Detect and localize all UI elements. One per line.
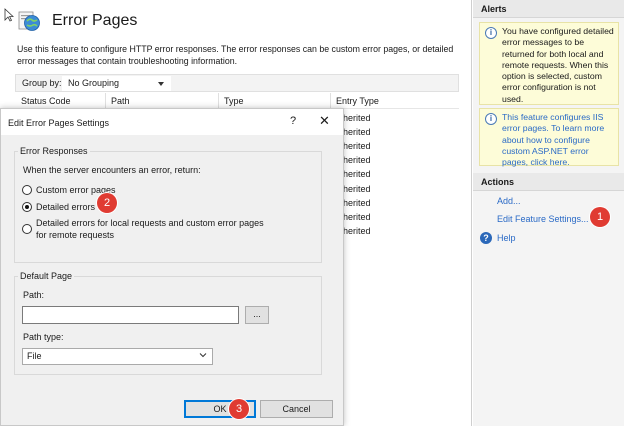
dialog-help-button[interactable]: ? [290, 115, 296, 127]
path-type-label: Path type: [23, 332, 64, 342]
group-by-label: Group by: [22, 78, 62, 88]
error-responses-prompt: When the server encounters an error, ret… [23, 165, 201, 175]
page-description: Use this feature to configure HTTP error… [17, 44, 454, 66]
grid-cell-entry-type[interactable]: herited [343, 226, 371, 236]
column-header-path[interactable]: Path [111, 96, 130, 106]
alert-learn-more: i This feature configures IIS error page… [479, 108, 619, 167]
grid-cell-entry-type[interactable]: herited [343, 127, 371, 137]
column-separator [218, 93, 219, 109]
learn-more-link[interactable]: This feature configures IIS error pages.… [502, 112, 604, 167]
alert-text: You have configured detailed error messa… [502, 26, 614, 104]
info-icon: i [485, 27, 497, 39]
column-header-type[interactable]: Type [224, 96, 244, 106]
default-page-legend: Default Page [18, 271, 75, 281]
dialog-titlebar: Edit Error Pages Settings ? ✕ [1, 109, 343, 135]
column-separator [105, 93, 106, 109]
group-by-toolbar: Group by: No Grouping [15, 74, 459, 92]
browse-path-button[interactable]: ... [245, 306, 269, 324]
radio-label-detailed-errors[interactable]: Detailed errors [36, 202, 95, 212]
radio-custom-error-pages[interactable] [22, 185, 32, 195]
help-icon[interactable]: ? [480, 232, 492, 244]
callout-badge: 3 [229, 399, 249, 419]
globe-error-icon [18, 11, 40, 31]
grid-cell-entry-type[interactable]: herited [343, 141, 371, 151]
radio-label-detailed-local-custom-remote[interactable]: Detailed errors for local requests and c… [36, 218, 272, 241]
callout-badge: 1 [590, 207, 610, 227]
alert-detailed-errors: i You have configured detailed error mes… [479, 22, 619, 105]
chevron-down-icon [199, 353, 207, 358]
grid-cell-entry-type[interactable]: herited [343, 155, 371, 165]
callout-badge: 2 [97, 193, 117, 213]
path-label: Path: [23, 290, 45, 300]
group-by-value: No Grouping [68, 78, 120, 88]
dialog-close-button[interactable]: ✕ [319, 113, 330, 129]
dialog-title: Edit Error Pages Settings [8, 118, 110, 128]
grid-cell-entry-type[interactable]: herited [343, 169, 371, 179]
grid-cell-entry-type[interactable]: herited [343, 113, 371, 123]
alerts-header: Alerts [473, 0, 624, 18]
actions-header: Actions [473, 173, 624, 191]
group-by-dropdown[interactable]: No Grouping [62, 76, 171, 91]
grid-cell-entry-type[interactable]: herited [343, 184, 371, 194]
column-separator [330, 93, 331, 109]
error-responses-legend: Error Responses [18, 146, 90, 156]
cancel-button[interactable]: Cancel [260, 400, 333, 418]
dropdown-caret-icon [158, 82, 164, 86]
page-title: Error Pages [52, 12, 138, 29]
edit-feature-settings-link[interactable]: Edit Feature Settings... [497, 214, 589, 224]
column-header-entry-type[interactable]: Entry Type [336, 96, 379, 106]
column-header-status-code[interactable]: Status Code [21, 96, 71, 106]
mouse-cursor-icon [4, 8, 14, 22]
radio-detailed-local-custom-remote[interactable] [22, 224, 32, 234]
help-link[interactable]: Help [497, 233, 516, 243]
path-input[interactable] [22, 306, 239, 324]
grid-cell-entry-type[interactable]: herited [343, 212, 371, 222]
grid-cell-entry-type[interactable]: herited [343, 198, 371, 208]
info-icon: i [485, 113, 497, 125]
error-pages-grid-header: Status Code Path Type Entry Type [15, 93, 459, 109]
edit-error-pages-settings-dialog: Edit Error Pages Settings ? ✕ Error Resp… [0, 108, 344, 426]
path-type-select[interactable]: File [22, 348, 213, 365]
path-type-value: File [27, 351, 42, 361]
radio-detailed-errors[interactable] [22, 202, 32, 212]
add-action-link[interactable]: Add... [497, 196, 521, 206]
